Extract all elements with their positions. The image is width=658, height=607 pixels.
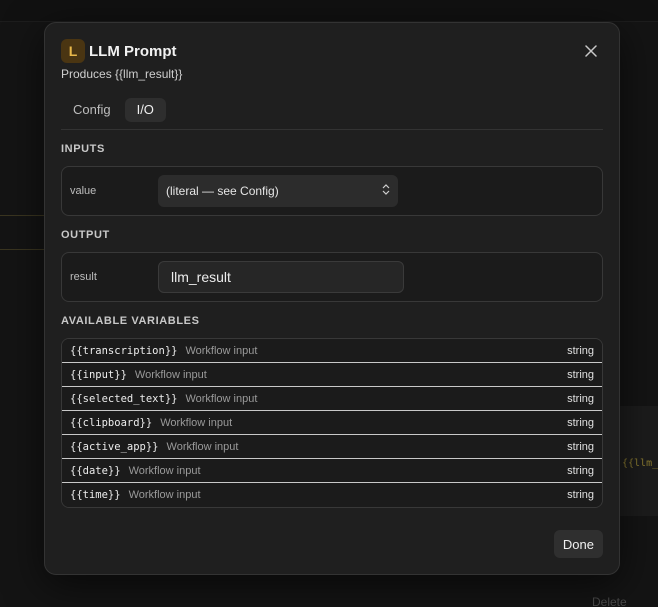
inputs-section-label: INPUTS <box>61 143 105 155</box>
variables-list: {{transcription}} Workflow input string … <box>61 338 603 508</box>
variable-type: string <box>567 392 594 405</box>
variable-name: {{transcription}} <box>70 344 178 357</box>
chevron-up-down-icon <box>382 184 390 198</box>
output-result-label: result <box>70 271 97 283</box>
dialog-title: LLM Prompt <box>89 42 177 60</box>
background-delete-button: Delete <box>592 595 627 607</box>
variable-source: Workflow input <box>134 368 207 381</box>
variable-type: string <box>567 416 594 429</box>
variable-row[interactable]: {{date}} Workflow input string <box>62 459 602 483</box>
background-canvas <box>0 0 658 22</box>
variable-row[interactable]: {{clipboard}} Workflow input string <box>62 411 602 435</box>
output-box: result llm_result <box>61 252 603 302</box>
variable-name: {{active_app}} <box>70 440 159 453</box>
variable-name: {{date}} <box>70 464 121 477</box>
variable-name: {{input}} <box>70 368 127 381</box>
variable-type: string <box>567 440 594 453</box>
variable-source: Workflow input <box>185 392 258 405</box>
dialog-header: L LLM Prompt <box>61 39 603 63</box>
variable-type: string <box>567 464 594 477</box>
dialog-subtitle: Produces {{llm_result}} <box>61 67 183 81</box>
tab-config[interactable]: Config <box>61 98 123 122</box>
variable-type: string <box>567 344 594 357</box>
input-value-select[interactable]: (literal — see Config) <box>158 175 398 207</box>
divider <box>61 129 603 130</box>
variable-source: Workflow input <box>160 416 233 429</box>
background-variable-hint: {{llm_r <box>622 458 658 469</box>
variable-source: Workflow input <box>185 344 258 357</box>
output-section-label: OUTPUT <box>61 229 110 241</box>
inputs-box: value (literal — see Config) <box>61 166 603 216</box>
variable-name: {{clipboard}} <box>70 416 153 429</box>
output-result-input[interactable]: llm_result <box>158 261 404 293</box>
tab-bar: Config I/O <box>61 98 603 122</box>
variable-row[interactable]: {{selected_text}} Workflow input string <box>62 387 602 411</box>
variable-name: {{time}} <box>70 489 121 501</box>
input-value-label: value <box>70 185 97 197</box>
variable-row[interactable]: {{time}} Workflow input string <box>62 483 602 507</box>
variable-type: string <box>567 368 594 381</box>
variable-row[interactable]: {{transcription}} Workflow input string <box>62 339 602 363</box>
variable-source: Workflow input <box>128 464 201 477</box>
node-settings-dialog: L LLM Prompt Produces {{llm_result}} Con… <box>44 22 620 575</box>
variable-row[interactable]: {{input}} Workflow input string <box>62 363 602 387</box>
variables-section-label: AVAILABLE VARIABLES <box>61 315 200 327</box>
variable-source: Workflow input <box>128 489 201 501</box>
variable-row[interactable]: {{active_app}} Workflow input string <box>62 435 602 459</box>
node-type-badge: L <box>61 39 85 63</box>
variable-type: string <box>567 489 594 501</box>
variable-source: Workflow input <box>166 440 239 453</box>
variable-name: {{selected_text}} <box>70 392 178 405</box>
done-button[interactable]: Done <box>553 530 603 558</box>
tab-io[interactable]: I/O <box>124 98 166 122</box>
input-value-selected: (literal — see Config) <box>166 184 279 198</box>
close-icon[interactable] <box>581 41 601 61</box>
